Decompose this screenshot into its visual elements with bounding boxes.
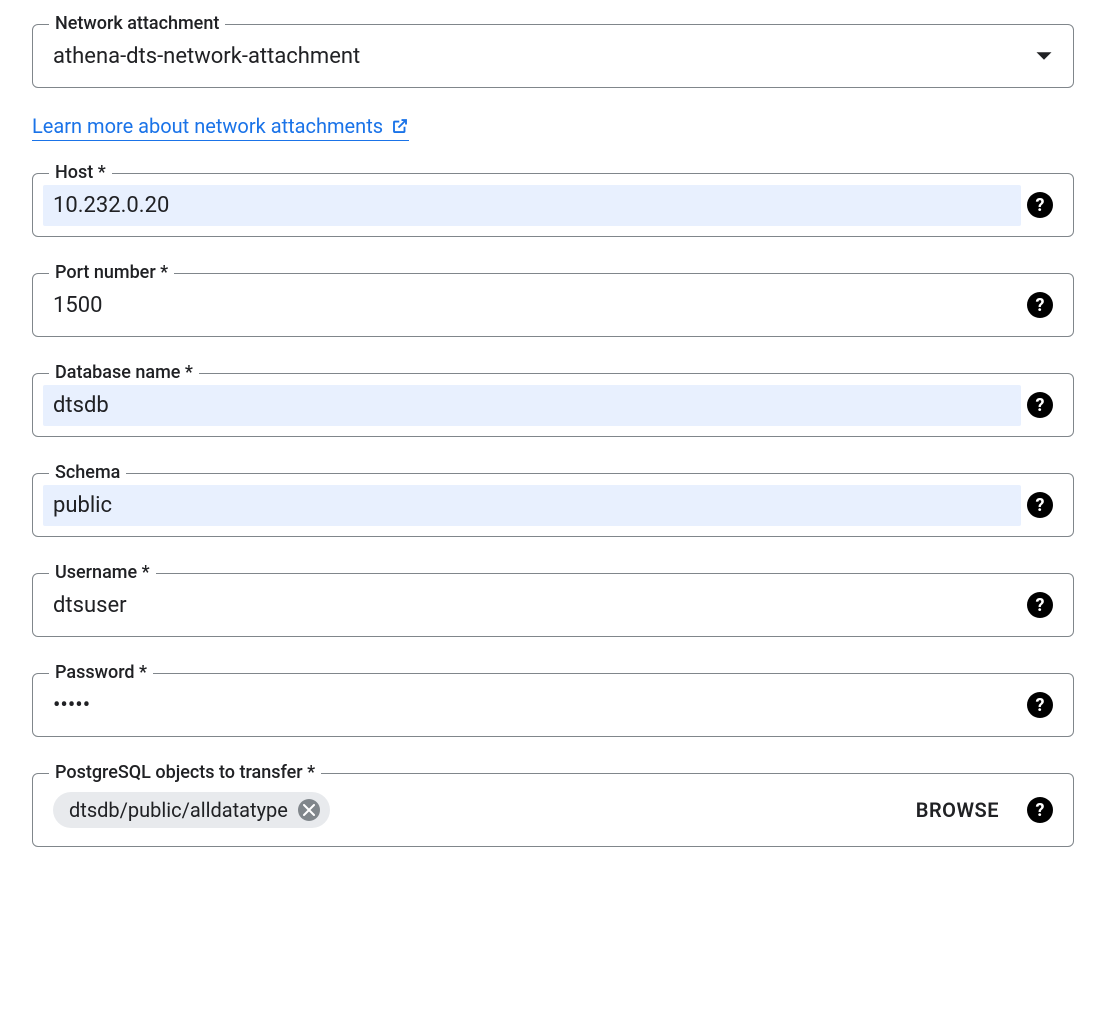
database-input[interactable] — [43, 385, 1021, 426]
help-icon[interactable]: ? — [1027, 392, 1053, 418]
help-icon[interactable]: ? — [1027, 692, 1053, 718]
username-label: Username * — [49, 562, 156, 583]
schema-label: Schema — [49, 462, 126, 483]
learn-more-row: Learn more about network attachments — [32, 114, 1074, 141]
network-attachment-label: Network attachment — [49, 13, 225, 34]
network-attachment-value: athena-dts-network-attachment — [53, 44, 1023, 69]
help-icon[interactable]: ? — [1027, 492, 1053, 518]
database-label: Database name * — [49, 362, 199, 383]
network-attachment-select[interactable]: Network attachment athena-dts-network-at… — [32, 24, 1074, 88]
port-label: Port number * — [49, 262, 174, 283]
username-field[interactable]: Username * ? — [32, 573, 1074, 637]
help-icon[interactable]: ? — [1027, 797, 1053, 823]
help-icon[interactable]: ? — [1027, 192, 1053, 218]
database-field[interactable]: Database name * ? — [32, 373, 1074, 437]
host-field[interactable]: Host * ? — [32, 173, 1074, 237]
close-icon[interactable] — [298, 799, 320, 821]
password-label: Password * — [49, 662, 153, 683]
object-chip: dtsdb/public/alldatatype — [53, 792, 330, 828]
chips-area: dtsdb/public/alldatatype — [53, 792, 916, 828]
password-input[interactable]: ••••• — [53, 693, 1011, 718]
chevron-down-icon — [1035, 50, 1053, 62]
object-chip-label: dtsdb/public/alldatatype — [69, 798, 288, 822]
schema-field[interactable]: Schema ? — [32, 473, 1074, 537]
host-input[interactable] — [43, 185, 1021, 226]
browse-button[interactable]: BROWSE — [916, 798, 999, 822]
schema-input[interactable] — [43, 485, 1021, 526]
external-link-icon — [391, 117, 409, 135]
help-icon[interactable]: ? — [1027, 592, 1053, 618]
port-input[interactable] — [53, 293, 1011, 318]
port-field[interactable]: Port number * ? — [32, 273, 1074, 337]
learn-more-link[interactable]: Learn more about network attachments — [32, 114, 409, 141]
help-icon[interactable]: ? — [1027, 292, 1053, 318]
username-input[interactable] — [53, 593, 1011, 618]
objects-field[interactable]: PostgreSQL objects to transfer * dtsdb/p… — [32, 773, 1074, 847]
learn-more-text: Learn more about network attachments — [32, 114, 383, 138]
password-field[interactable]: Password * ••••• ? — [32, 673, 1074, 737]
objects-label: PostgreSQL objects to transfer * — [49, 762, 321, 783]
host-label: Host * — [49, 162, 112, 183]
